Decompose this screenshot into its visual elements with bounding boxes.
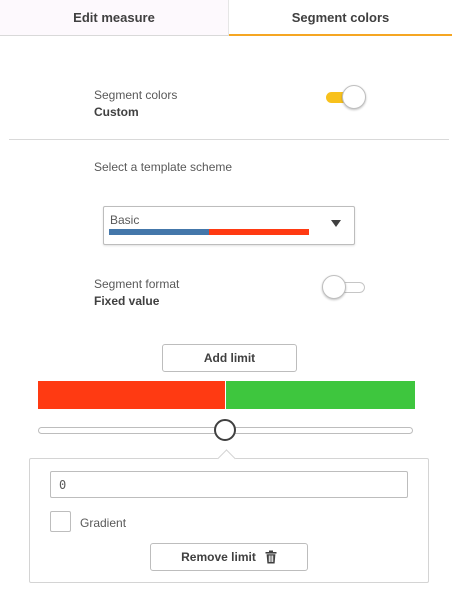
segment-1[interactable]	[226, 381, 415, 409]
template-scheme-selected: Basic	[110, 213, 140, 227]
chevron-down-icon	[331, 220, 341, 227]
segment-0[interactable]	[38, 381, 226, 409]
remove-limit-button[interactable]: Remove limit	[150, 543, 308, 571]
template-scheme-dropdown[interactable]: Basic	[103, 206, 355, 245]
scheme-swatch-red	[209, 229, 309, 235]
segment-colors-toggle[interactable]	[324, 85, 368, 111]
template-scheme-label: Select a template scheme	[94, 160, 233, 174]
limit-slider-handle[interactable]	[214, 419, 236, 441]
tab-edit-measure[interactable]: Edit measure	[0, 0, 229, 36]
tab-segment-colors[interactable]: Segment colors	[229, 0, 452, 36]
divider	[9, 139, 449, 140]
segment-colors-value: Custom	[94, 105, 139, 119]
scheme-swatch-blue	[109, 229, 209, 235]
segment-format-toggle[interactable]	[322, 275, 366, 301]
segment-format-label: Segment format	[94, 277, 180, 291]
add-limit-button[interactable]: Add limit	[162, 344, 297, 372]
gradient-checkbox[interactable]	[50, 511, 71, 532]
limit-value-input[interactable]	[50, 471, 408, 498]
segment-bar	[38, 381, 415, 409]
gradient-label: Gradient	[80, 516, 127, 530]
segment-colors-label: Segment colors	[94, 88, 178, 102]
toggle-knob	[322, 275, 346, 299]
trash-icon	[265, 550, 277, 564]
tab-bar: Edit measure Segment colors	[0, 0, 452, 36]
segment-format-value: Fixed value	[94, 294, 160, 308]
remove-limit-label: Remove limit	[181, 550, 256, 564]
toggle-knob	[342, 85, 366, 109]
